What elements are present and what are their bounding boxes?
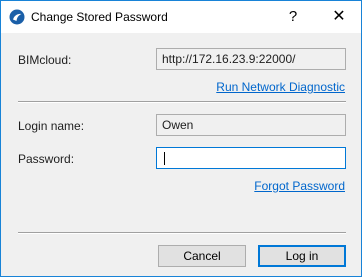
section-divider xyxy=(18,101,346,103)
text-caret xyxy=(164,152,165,165)
forgot-password-link[interactable]: Forgot Password xyxy=(254,179,345,193)
run-network-diagnostic-link[interactable]: Run Network Diagnostic xyxy=(216,80,345,94)
bimcloud-label: BIMcloud: xyxy=(18,53,72,67)
bimcloud-url-field: http://172.16.23.9:22000/ xyxy=(156,48,346,70)
change-password-dialog: Change Stored Password ? ✕ BIMcloud: htt… xyxy=(0,0,362,277)
password-field[interactable] xyxy=(156,147,346,169)
help-button[interactable]: ? xyxy=(271,1,315,33)
app-logo-icon xyxy=(9,9,25,25)
window-title: Change Stored Password xyxy=(31,10,168,24)
log-in-button[interactable]: Log in xyxy=(258,245,346,267)
cancel-button[interactable]: Cancel xyxy=(158,245,246,267)
login-name-value: Owen xyxy=(162,118,194,132)
bimcloud-url-value: http://172.16.23.9:22000/ xyxy=(162,52,296,66)
password-label: Password: xyxy=(18,152,75,166)
title-bar[interactable]: Change Stored Password ? ✕ xyxy=(1,1,361,33)
footer-divider xyxy=(18,232,346,234)
login-name-label: Login name: xyxy=(18,119,85,133)
close-button[interactable]: ✕ xyxy=(317,1,361,33)
login-name-field: Owen xyxy=(156,114,346,136)
